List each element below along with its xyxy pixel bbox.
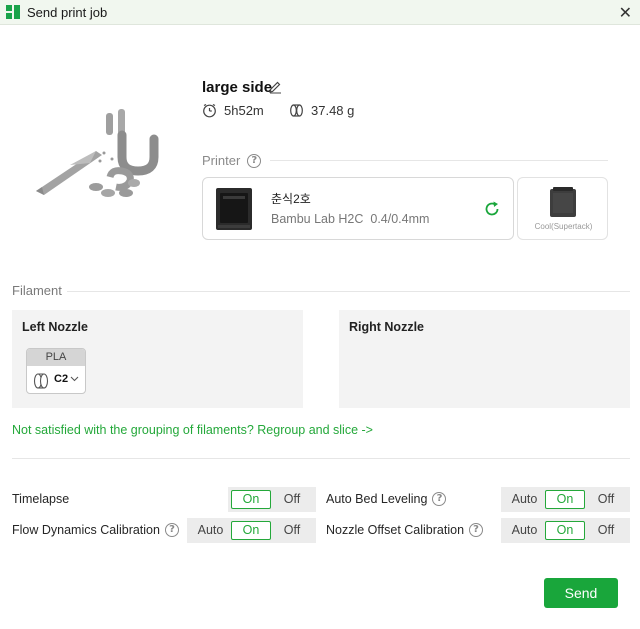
print-time: 5h52m [202,103,264,118]
printer-nozzle-size: 0.4/0.4mm [370,212,430,226]
question-circle-icon[interactable]: ? [469,523,484,537]
flow-dynamics-toggle[interactable]: Auto On Off [187,518,316,543]
spool-icon [33,373,49,389]
timelapse-toggle[interactable]: On Off [228,487,316,512]
filament-slot-selector[interactable]: PLA C2 [26,348,86,394]
toolhead-card[interactable]: Cool(Supertack) [517,177,608,240]
filament-type: PLA [27,349,85,366]
nozzle-offset-auto[interactable]: Auto [504,521,545,540]
printer-model-name: Bambu Lab H2C [271,212,364,226]
toolhead-label: Cool(Supertack) [534,222,593,231]
auto-bed-leveling-option: Auto Bed Leveling ? [326,492,447,506]
send-button[interactable]: Send [544,578,618,608]
printer-section-title: Printer ? [202,153,262,168]
printer-icon [216,188,252,230]
clock-icon [203,103,216,118]
auto-bed-leveling-on[interactable]: On [545,490,585,509]
divider [67,291,630,292]
flow-dynamics-label: Flow Dynamics Calibration [12,523,160,537]
nozzle-offset-label: Nozzle Offset Calibration [326,523,465,537]
filament-spool-icon [290,104,303,117]
timelapse-off[interactable]: Off [271,490,313,509]
left-nozzle-title: Left Nozzle [22,320,88,334]
nozzle-offset-option: Nozzle Offset Calibration ? [326,523,484,537]
job-name: large side [202,79,273,96]
printer-card[interactable]: 춘식2호 Bambu Lab H2C 0.4/0.4mm [202,177,514,240]
timelapse-label: Timelapse [12,492,70,506]
auto-bed-leveling-auto[interactable]: Auto [504,490,545,509]
question-circle-icon[interactable]: ? [432,492,447,506]
refresh-icon[interactable] [483,200,501,218]
question-circle-icon[interactable]: ? [247,153,262,168]
bambu-studio-logo-icon [6,5,20,19]
close-button[interactable]: ✕ [619,3,632,22]
nozzle-offset-off[interactable]: Off [585,521,627,540]
divider [270,160,608,161]
filament-weight: 37.48 g [289,103,354,118]
model-preview-image [36,109,159,197]
timelapse-on[interactable]: On [231,490,271,509]
divider [12,458,630,459]
right-nozzle-panel: Right Nozzle [339,310,630,408]
chevron-down-icon [70,376,79,382]
window-title: Send print job [27,5,108,20]
printer-name: 춘식2호 [271,192,311,206]
pencil-icon[interactable] [268,80,282,94]
toolhead-icon [550,187,576,217]
flow-dynamics-option: Flow Dynamics Calibration ? [12,523,179,537]
flow-dynamics-off[interactable]: Off [271,521,313,540]
regroup-link[interactable]: Not satisfied with the grouping of filam… [12,423,373,437]
flow-dynamics-auto[interactable]: Auto [190,521,231,540]
flow-dynamics-on[interactable]: On [231,521,271,540]
filament-weight-value: 37.48 g [311,103,355,118]
left-nozzle-panel: Left Nozzle PLA C2 [12,310,303,408]
timelapse-option: Timelapse [12,492,69,506]
question-circle-icon[interactable]: ? [164,523,179,537]
right-nozzle-title: Right Nozzle [349,320,424,334]
auto-bed-leveling-label: Auto Bed Leveling [326,492,428,506]
printer-section-label: Printer [202,153,241,168]
print-time-value: 5h52m [224,103,264,118]
printer-model: Bambu Lab H2C 0.4/0.4mm [271,212,429,226]
auto-bed-leveling-off[interactable]: Off [585,490,627,509]
filament-section-title: Filament [12,283,62,298]
filament-slot-label: C2 [54,373,69,385]
nozzle-offset-toggle[interactable]: Auto On Off [501,518,630,543]
auto-bed-leveling-toggle[interactable]: Auto On Off [501,487,630,512]
title-bar: Send print job ✕ [0,0,640,25]
nozzle-offset-on[interactable]: On [545,521,585,540]
